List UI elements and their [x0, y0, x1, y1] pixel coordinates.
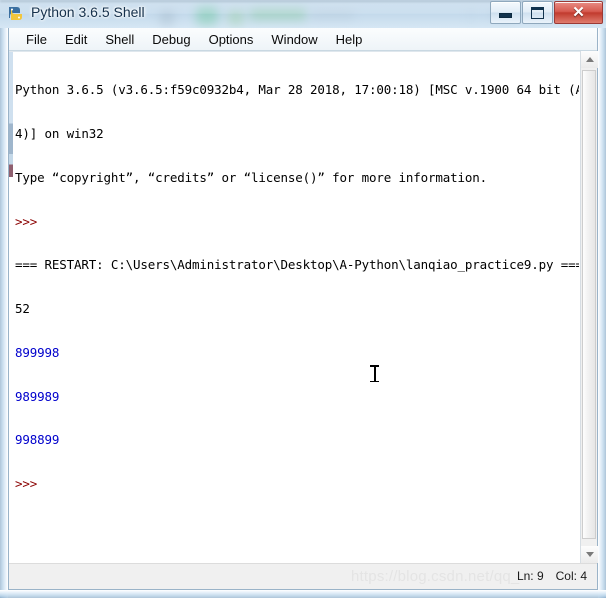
python-idle-icon [7, 5, 25, 23]
minimize-icon [491, 2, 520, 23]
shell-restart-line: === RESTART: C:\Users\Administrator\Desk… [15, 257, 579, 273]
scroll-up-arrow-icon[interactable] [581, 51, 598, 68]
menu-item-help[interactable]: Help [327, 30, 372, 49]
close-icon: ✕ [572, 4, 585, 21]
desktop-backdrop: Python 3.6.5 Shell ✕ File Edit Shell Deb… [0, 0, 606, 603]
shell-line: 4)] on win32 [15, 125, 104, 141]
minimize-button[interactable] [490, 1, 521, 24]
menu-item-file[interactable]: File [17, 30, 56, 49]
window-border-left [0, 28, 8, 598]
window-title: Python 3.6.5 Shell [31, 4, 145, 20]
status-column-number: Col: 4 [555, 569, 587, 583]
window-body: File Edit Shell Debug Options Window Hel… [0, 28, 606, 598]
menu-item-options[interactable]: Options [200, 30, 263, 49]
menu-item-shell[interactable]: Shell [96, 30, 143, 49]
shell-line: Type “copyright”, “credits” or “license(… [15, 169, 488, 185]
menu-bar: File Edit Shell Debug Options Window Hel… [9, 28, 597, 51]
menu-item-debug[interactable]: Debug [143, 30, 199, 49]
idle-shell-window: Python 3.6.5 Shell ✕ File Edit Shell Deb… [0, 0, 606, 598]
shell-line: 899998 [15, 344, 60, 360]
window-controls: ✕ [489, 1, 603, 24]
menu-item-edit[interactable]: Edit [56, 30, 96, 49]
window-border-bottom [0, 590, 606, 598]
status-bar: https://blog.csdn.net/qq_ Ln: 9 Col: 4 [9, 563, 597, 589]
window-border-right [598, 28, 606, 598]
shell-line: Python 3.6.5 (v3.6.5:f59c0932b4, Mar 28 … [15, 82, 579, 98]
shell-prompt-line: >>> [15, 213, 45, 229]
shell-output[interactable]: Python 3.6.5 (v3.6.5:f59c0932b4, Mar 28 … [15, 54, 579, 563]
status-line-number: Ln: 9 [516, 569, 544, 583]
maximize-button[interactable] [522, 1, 553, 24]
status-position-group: Ln: 9 Col: 4 [517, 569, 587, 583]
shell-prompt-line: >>> [15, 476, 45, 492]
title-bar[interactable]: Python 3.6.5 Shell ✕ [0, 0, 606, 28]
shell-line: 998899 [15, 432, 60, 448]
window-client-area: File Edit Shell Debug Options Window Hel… [8, 28, 598, 590]
shell-line: 52 [15, 301, 30, 317]
close-button[interactable]: ✕ [554, 1, 603, 24]
maximize-icon [523, 2, 552, 23]
scroll-down-arrow-icon[interactable] [581, 546, 598, 563]
text-gutter-strip [9, 52, 13, 563]
scrollbar-thumb[interactable] [582, 70, 596, 539]
menu-item-window[interactable]: Window [262, 30, 326, 49]
watermark-text: https://blog.csdn.net/qq_ [351, 568, 520, 585]
shell-text-area[interactable]: Python 3.6.5 (v3.6.5:f59c0932b4, Mar 28 … [9, 51, 597, 563]
shell-line: 989989 [15, 388, 60, 404]
vertical-scrollbar[interactable] [580, 51, 598, 563]
